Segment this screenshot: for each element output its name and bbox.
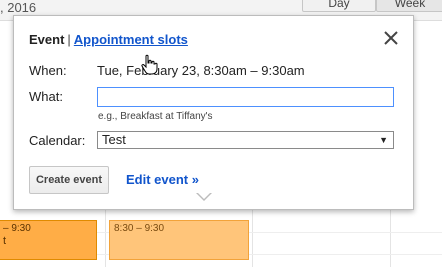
what-label: What: xyxy=(29,89,63,104)
when-value: Tue, February 23, 8:30am – 9:30am xyxy=(97,63,305,78)
tab-appointment-slots[interactable]: Appointment slots xyxy=(74,32,188,47)
when-label: When: xyxy=(29,63,67,78)
calendar-event[interactable]: – 9:30 t xyxy=(0,220,97,260)
new-event-placeholder[interactable]: 8:30 – 9:30 xyxy=(109,220,249,260)
dropdown-arrow-icon: ▼ xyxy=(379,135,388,145)
calendar-select[interactable]: Test ▼ xyxy=(97,131,394,149)
popup-tabs: Event | Appointment slots xyxy=(29,32,188,47)
event-time: – 9:30 xyxy=(3,223,31,234)
calendar-label: Calendar: xyxy=(29,133,86,148)
event-time: 8:30 – 9:30 xyxy=(114,223,165,234)
hand-cursor-icon xyxy=(141,54,158,75)
tab-separator: | xyxy=(67,32,71,47)
create-event-button[interactable]: Create event xyxy=(29,166,109,194)
what-input[interactable] xyxy=(97,87,394,107)
edit-event-link[interactable]: Edit event » xyxy=(126,172,199,187)
calendar-selected-value: Test xyxy=(102,132,126,147)
date-range-label: , 2016 xyxy=(0,0,37,15)
close-icon[interactable] xyxy=(381,28,401,48)
what-hint: e.g., Breakfast at Tiffany's xyxy=(98,111,213,122)
day-view-button[interactable]: Day xyxy=(302,0,376,12)
quick-add-event-popup: Event | Appointment slots When: Tue, Febru… xyxy=(13,15,414,210)
tab-event[interactable]: Event xyxy=(29,32,64,47)
week-view-button[interactable]: Week xyxy=(376,0,442,12)
popup-pointer-inner xyxy=(197,192,211,199)
event-title: t xyxy=(3,235,7,247)
